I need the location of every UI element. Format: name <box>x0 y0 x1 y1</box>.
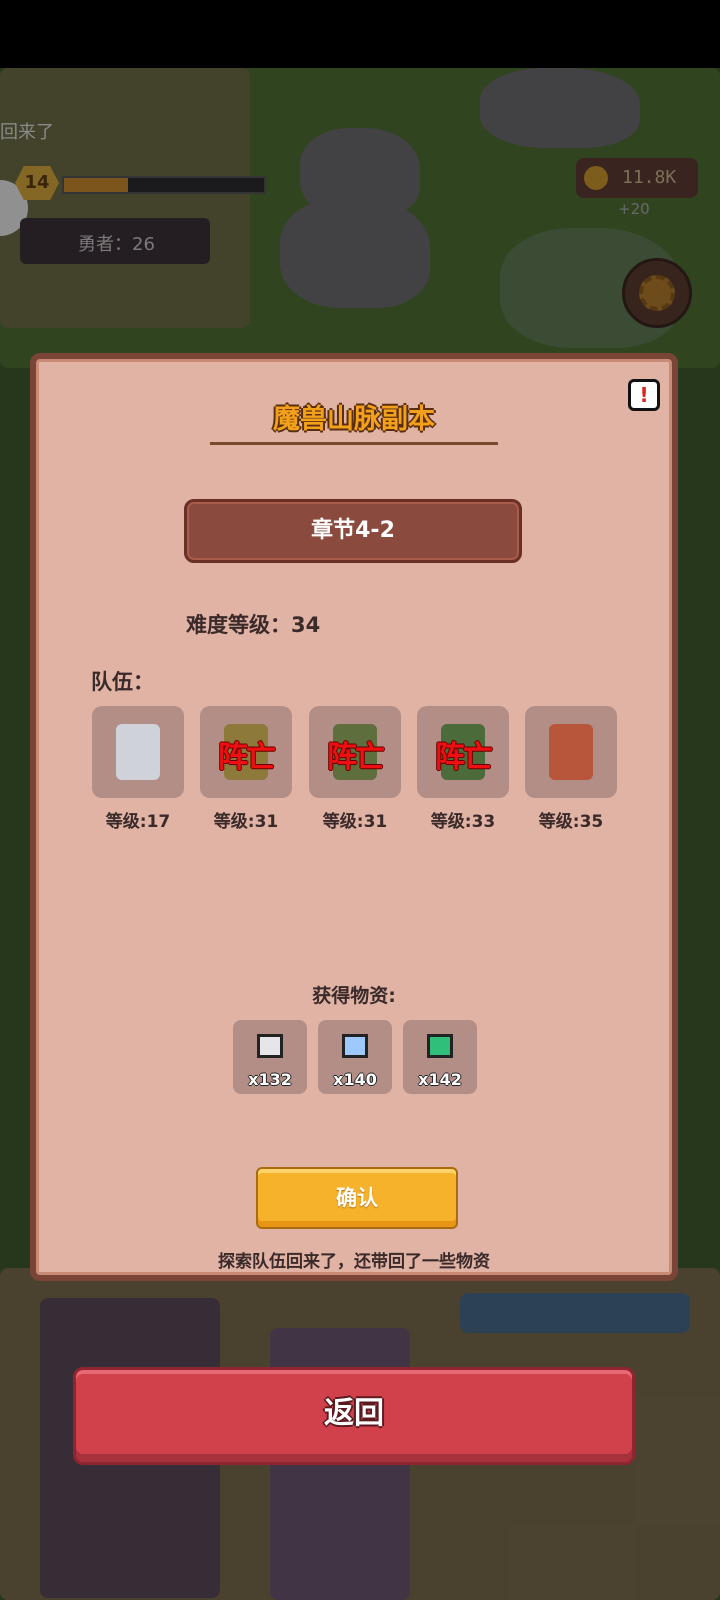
emerald-icon <box>427 1034 453 1058</box>
hero-dead-label: 阵亡 <box>218 740 276 775</box>
hero-slot[interactable]: 阵亡 <box>200 706 292 798</box>
hero-slot[interactable] <box>525 706 617 798</box>
hero-slot[interactable]: 阵亡 <box>309 706 401 798</box>
hero-sprite-icon <box>549 724 593 780</box>
loot-quantity: x142 <box>418 1070 462 1089</box>
loot-slot[interactable]: x132 <box>233 1020 307 1094</box>
team-label: 队伍： <box>91 670 154 694</box>
dungeon-result-dialog: ! 魔兽山脉副本 章节4-2 难度等级：34 队伍： 等级:17 阵亡 等级:31 阵… <box>30 353 678 1281</box>
hero-level: 等级:31 <box>322 812 388 832</box>
result-message: 探索队伍回来了，还带回了一些物资 <box>218 1252 490 1272</box>
hero-level: 等级:17 <box>105 812 171 832</box>
chapter-label: 章节4-2 <box>184 499 522 563</box>
dialog-title: 魔兽山脉副本 <box>273 404 435 435</box>
confirm-button[interactable]: 确认 <box>256 1167 458 1229</box>
loot-title: 获得物资: <box>312 985 396 1007</box>
loot-slot[interactable]: x140 <box>318 1020 392 1094</box>
hero-level: 等级:35 <box>538 812 604 832</box>
loot-slot[interactable]: x142 <box>403 1020 477 1094</box>
crystal-icon <box>342 1034 368 1058</box>
title-underline <box>210 442 498 445</box>
hero-slot[interactable] <box>92 706 184 798</box>
silver-ore-icon <box>257 1034 283 1058</box>
status-bar <box>0 0 720 68</box>
hero-level: 等级:33 <box>430 812 496 832</box>
difficulty-level: 难度等级：34 <box>186 613 321 637</box>
hero-sprite-icon <box>116 724 160 780</box>
loot-quantity: x140 <box>333 1070 377 1089</box>
hero-dead-label: 阵亡 <box>327 740 385 775</box>
hero-dead-label: 阵亡 <box>435 740 493 775</box>
back-button[interactable]: 返回 <box>73 1367 635 1465</box>
hero-level: 等级:31 <box>213 812 279 832</box>
hero-slot[interactable]: 阵亡 <box>417 706 509 798</box>
loot-quantity: x132 <box>248 1070 292 1089</box>
